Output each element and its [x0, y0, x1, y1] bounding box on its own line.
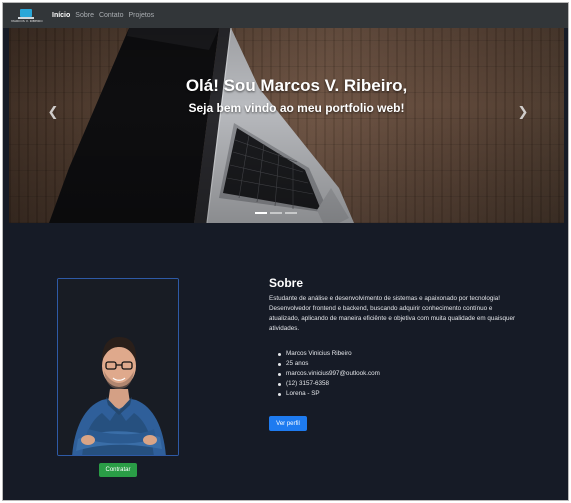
chevron-left-icon: ❮: [47, 105, 59, 120]
nav-link-inicio[interactable]: Início: [52, 12, 70, 19]
brand-logo[interactable]: MARCOS V. RIBEIRO: [8, 7, 46, 25]
nav-link-contato[interactable]: Contato: [99, 12, 124, 19]
carousel-indicator-1[interactable]: [255, 212, 267, 214]
laptop-icon: [20, 8, 32, 17]
carousel-next-button[interactable]: ❯: [515, 105, 531, 121]
contract-button[interactable]: Contratar: [99, 463, 137, 477]
about-description: Estudante de análise e desenvolvimento d…: [269, 295, 516, 332]
hero-carousel: Olá! Sou Marcos V. Ribeiro, Seja bem vin…: [9, 28, 564, 223]
chevron-right-icon: ❯: [517, 105, 529, 120]
navbar: MARCOS V. RIBEIRO Início Sobre Contato P…: [3, 3, 568, 28]
nav-link-sobre[interactable]: Sobre: [75, 12, 94, 19]
hero-subtitle: Seja bem vindo ao meu portfolio web!: [188, 101, 405, 115]
carousel-indicators: [255, 212, 300, 214]
page: MARCOS V. RIBEIRO Início Sobre Contato P…: [2, 2, 569, 501]
profile-photo: [58, 279, 178, 455]
info-phone: (12) 3157-6358: [278, 379, 380, 389]
about-title: Sobre: [269, 276, 304, 290]
view-profile-button[interactable]: Ver perfil: [269, 416, 307, 431]
info-email: marcos.vinicius997@outlook.com: [278, 370, 380, 377]
brand-text: MARCOS V. RIBEIRO: [11, 18, 43, 23]
info-location: Lorena - SP: [278, 389, 380, 399]
about-info-list: Marcos Vinicius Ribeiro 25 anos marcos.v…: [278, 349, 380, 399]
profile-photo-card: [57, 278, 179, 456]
nav-link-projetos[interactable]: Projetos: [129, 12, 155, 19]
carousel-indicator-3[interactable]: [285, 212, 297, 214]
hero-title: Olá! Sou Marcos V. Ribeiro,: [185, 76, 408, 95]
nav-links: Início Sobre Contato Projetos: [52, 12, 159, 19]
carousel-indicator-2[interactable]: [270, 212, 282, 214]
info-age: 25 anos: [278, 359, 380, 369]
carousel-prev-button[interactable]: ❮: [45, 105, 61, 121]
info-name: Marcos Vinicius Ribeiro: [278, 349, 380, 359]
